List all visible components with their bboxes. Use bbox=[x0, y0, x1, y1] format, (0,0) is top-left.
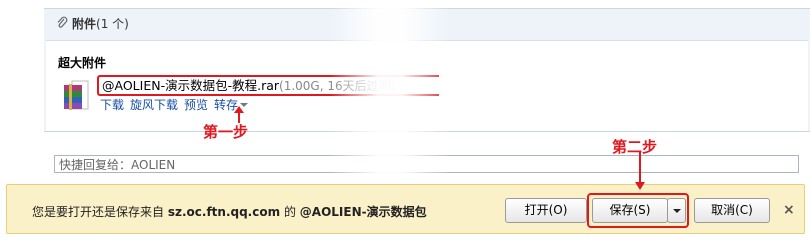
prompt-file: @AOLIEN-演示数据包 bbox=[299, 205, 427, 219]
file-name-highlight[interactable]: @AOLIEN-演示数据包-教程.rar(1.00G, 16天后过期) bbox=[97, 75, 439, 96]
attachment-actions: 下载 旋风下载 预览 转存 bbox=[100, 96, 254, 113]
quick-reply-input[interactable]: 快捷回复给：AOLIEN bbox=[54, 155, 799, 173]
prompt-middle: 的 bbox=[283, 205, 296, 219]
open-button[interactable]: 打开(O) bbox=[505, 198, 587, 223]
prompt-prefix: 您是要打开还是保存来自 bbox=[32, 205, 165, 219]
rar-file-icon[interactable] bbox=[62, 79, 90, 113]
attachment-count: (1 个) bbox=[96, 17, 129, 31]
save-button-highlight bbox=[587, 193, 689, 228]
xf-download-link[interactable]: 旋风下载 bbox=[130, 98, 178, 112]
close-icon[interactable]: × bbox=[783, 202, 795, 218]
attachment-header: 附件(1 个) bbox=[56, 14, 129, 34]
download-prompt-text: 您是要打开还是保存来自 sz.oc.ftn.qq.com 的 @AOLIEN-演… bbox=[32, 203, 427, 220]
file-meta: (1.00G, 16天后过期) bbox=[279, 79, 396, 93]
step2-arrow-icon bbox=[635, 152, 645, 190]
paperclip-icon bbox=[57, 16, 68, 28]
prompt-host: sz.oc.ftn.qq.com bbox=[167, 205, 281, 219]
preview-link[interactable]: 预览 bbox=[184, 98, 208, 112]
file-name[interactable]: @AOLIEN-演示数据包-教程.rar bbox=[99, 78, 279, 93]
step1-annotation: 第一步 bbox=[203, 123, 249, 141]
quick-reply-placeholder: 快捷回复给：AOLIEN bbox=[59, 158, 176, 172]
big-attachment-title: 超大附件 bbox=[58, 56, 107, 70]
screenshot-frame: 附件(1 个) 超大附件 @AOLIEN-演示数据包-教程.rar(1.00G,… bbox=[0, 0, 811, 241]
cancel-button[interactable]: 取消(C) bbox=[694, 198, 770, 223]
download-link[interactable]: 下载 bbox=[100, 98, 124, 112]
attachment-header-label: 附件 bbox=[72, 17, 97, 31]
